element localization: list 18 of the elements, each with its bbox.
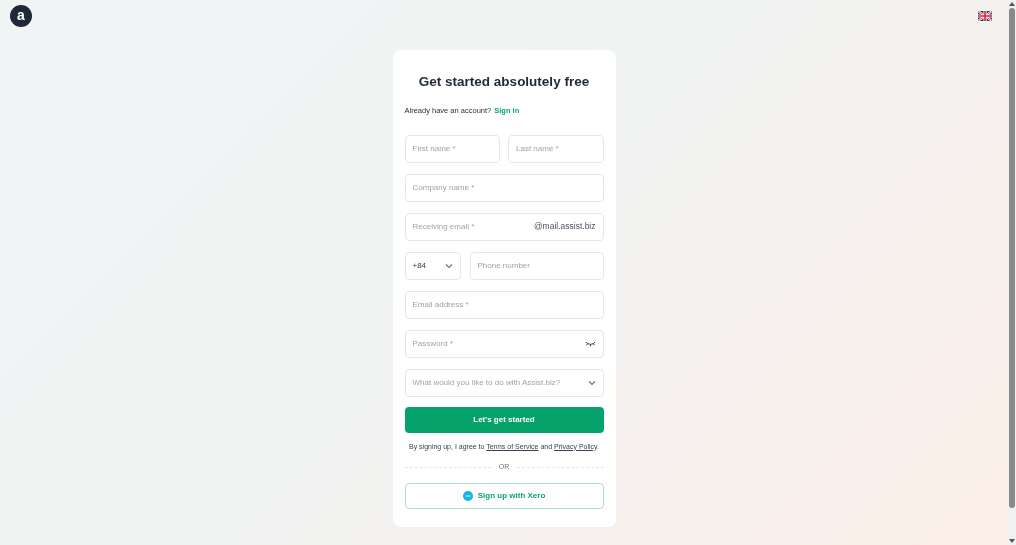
text-field[interactable]: First name * <box>404 134 500 163</box>
chevron-down-icon <box>444 262 453 269</box>
country-code-select[interactable]: +84 <box>404 251 461 280</box>
email-field[interactable]: Receiving email * @mail.assist.biz <box>404 212 604 241</box>
page-title: Get started absolutely free <box>417 73 591 91</box>
logo[interactable]: a <box>10 5 32 27</box>
eye-closed-icon[interactable] <box>584 340 596 347</box>
text-field[interactable]: Company name * <box>404 173 604 202</box>
scroll-down-icon[interactable] <box>1009 539 1015 543</box>
flag-icon[interactable] <box>978 11 992 21</box>
scroll-up-icon[interactable] <box>1009 2 1015 6</box>
scrollbar[interactable] <box>1008 0 1016 545</box>
xero-logo-icon <box>462 490 473 501</box>
text-field[interactable]: Last name * <box>508 134 604 163</box>
email-domain: @mail.assist.biz <box>533 220 596 233</box>
text-field[interactable]: Email address * <box>404 290 604 319</box>
phone-field[interactable]: Phone number <box>469 251 604 280</box>
chevron-down-icon <box>587 379 596 386</box>
